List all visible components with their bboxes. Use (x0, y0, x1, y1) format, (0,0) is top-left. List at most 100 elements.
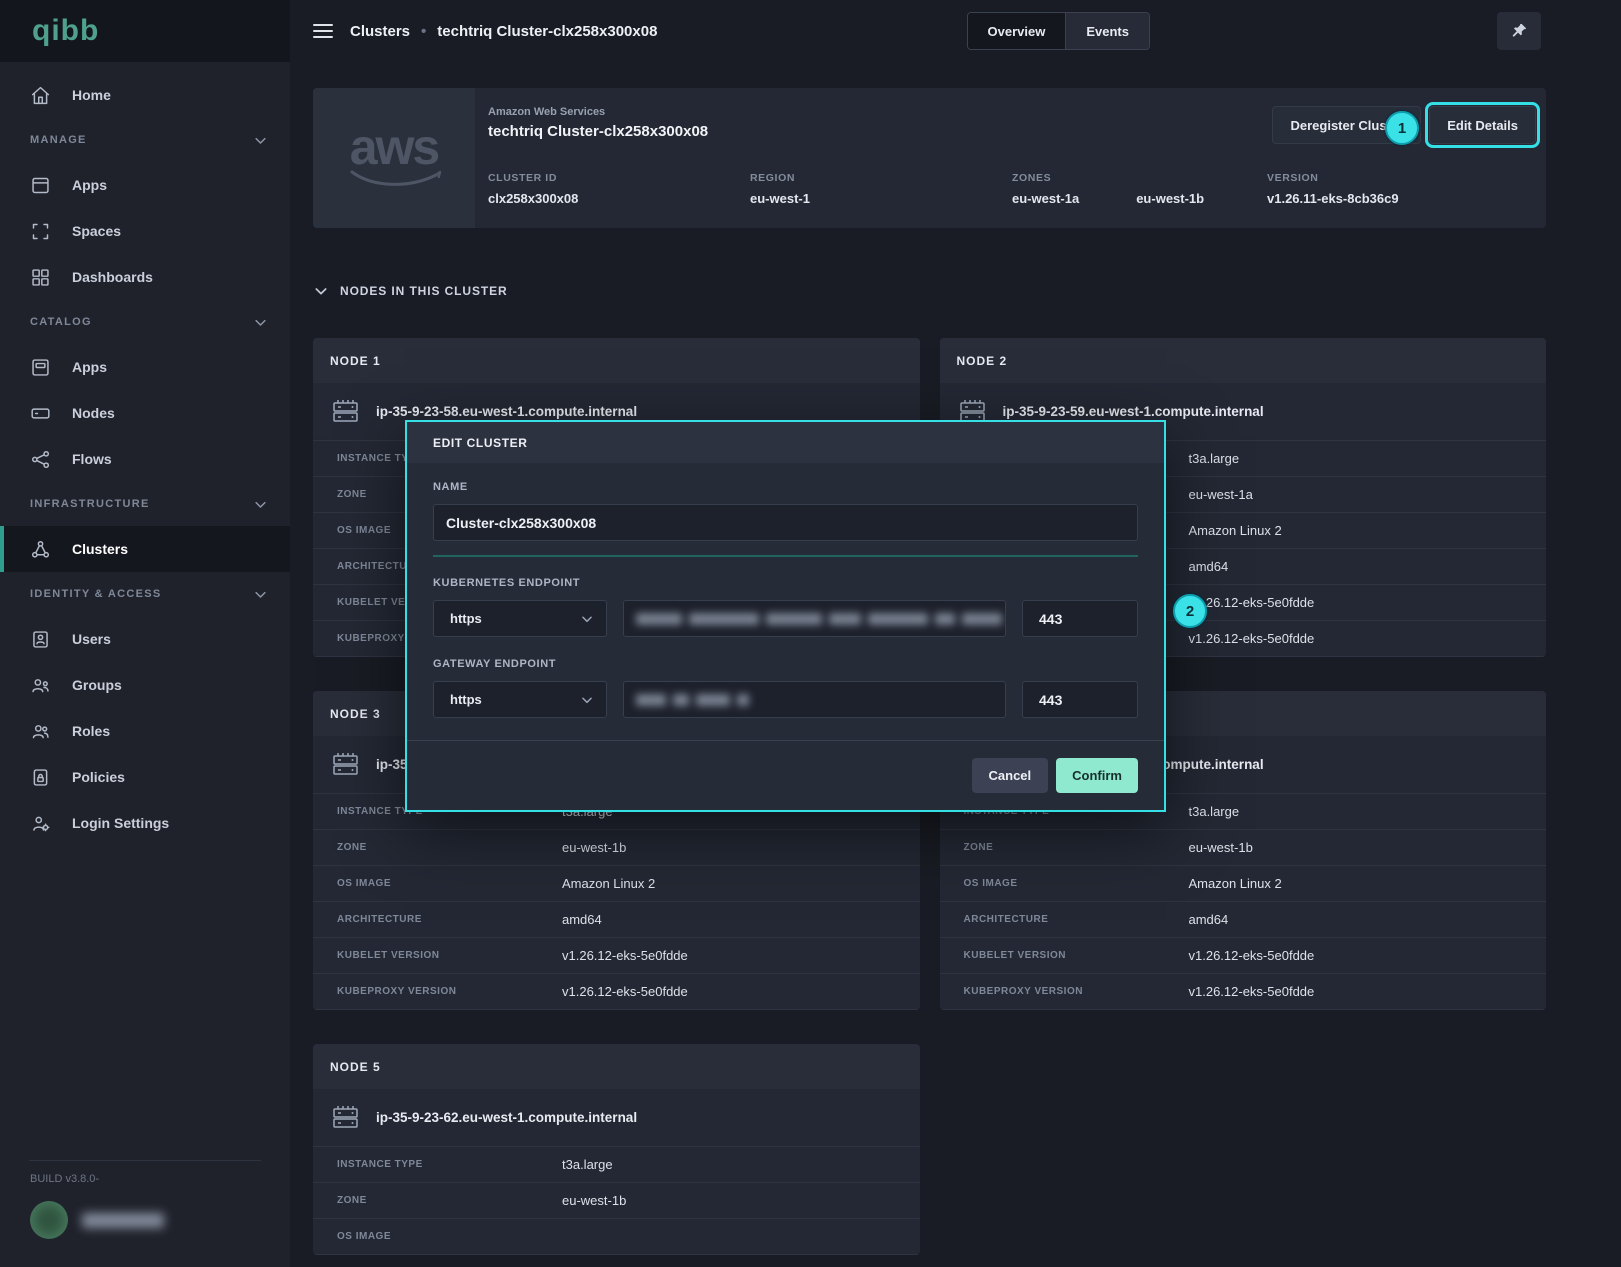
row-label: ZONE (337, 842, 562, 853)
sidebar-item-spaces[interactable]: Spaces (0, 208, 290, 254)
row-value: v1.26.12-eks-5e0fdde (1189, 595, 1315, 610)
row-label: ARCHITECTURE (964, 914, 1189, 925)
modal-footer: Cancel Confirm (407, 740, 1164, 810)
sidebar-item-nodes[interactable]: Nodes (0, 390, 290, 436)
roles-icon (30, 721, 51, 742)
apps-icon (30, 175, 51, 196)
chevron-down-icon (253, 497, 268, 512)
sidebar-item-catalog-apps[interactable]: Apps (0, 344, 290, 390)
groups-icon (30, 675, 51, 696)
field-label: CLUSTER ID (488, 172, 750, 184)
cancel-button[interactable]: Cancel (972, 758, 1049, 793)
row-value: Amazon Linux 2 (1189, 523, 1282, 538)
qibb-logo[interactable]: qibb (32, 14, 99, 48)
sidebar-item-label: Users (72, 631, 111, 647)
cluster-summary-card: aws Amazon Web Services techtriq Cluster… (313, 88, 1546, 228)
redacted-gateway-url (636, 694, 749, 706)
kubernetes-url-input[interactable] (623, 600, 1006, 637)
sidebar-item-users[interactable]: Users (0, 616, 290, 662)
sidebar-item-login-settings[interactable]: Login Settings (0, 800, 290, 846)
sidebar-section-infrastructure[interactable]: INFRASTRUCTURE (0, 482, 290, 526)
row-value: eu-west-1b (1189, 840, 1253, 855)
row-value: v1.26.12-eks-5e0fdde (562, 984, 688, 999)
build-version: BUILD v3.8.0- (0, 1161, 290, 1201)
modal-title: EDIT CLUSTER (407, 422, 1164, 463)
row-value: Amazon Linux 2 (1189, 876, 1282, 891)
sidebar-nav: Home MANAGE Apps Spaces Dashboards (0, 62, 290, 1160)
avatar[interactable] (30, 1201, 68, 1239)
aws-logo-text: aws (350, 126, 439, 169)
row-value: t3a.large (1189, 451, 1240, 466)
kubernetes-protocol-select[interactable]: https (433, 600, 607, 637)
confirm-button[interactable]: Confirm (1056, 758, 1138, 793)
sidebar-item-clusters[interactable]: Clusters (0, 526, 290, 572)
pin-icon (1510, 22, 1528, 40)
pin-button[interactable] (1497, 12, 1541, 50)
row-value: eu-west-1b (562, 840, 626, 855)
sidebar-item-groups[interactable]: Groups (0, 662, 290, 708)
gateway-endpoint-label: GATEWAY ENDPOINT (433, 658, 1138, 671)
kubernetes-endpoint-label: KUBERNETES ENDPOINT (433, 577, 1138, 590)
dashboards-icon (30, 267, 51, 288)
sidebar-item-label: Policies (72, 769, 125, 785)
node-hostname: ip-35-9-23-62.eu-west-1.compute.internal (376, 1110, 637, 1125)
policies-icon (30, 767, 51, 788)
table-row: ZONEeu-west-1b (313, 830, 920, 866)
gateway-protocol-select[interactable]: https (433, 681, 607, 718)
sidebar-item-dashboards[interactable]: Dashboards (0, 254, 290, 300)
kubernetes-port-input[interactable] (1022, 600, 1138, 637)
row-label: ZONE (964, 842, 1189, 853)
sidebar-item-flows[interactable]: Flows (0, 436, 290, 482)
cluster-name-input[interactable] (433, 504, 1138, 541)
server-icon (330, 752, 360, 778)
view-tabs: Overview Events (967, 12, 1150, 50)
sidebar-section-identity-access[interactable]: IDENTITY & ACCESS (0, 572, 290, 616)
node-hostname: ip-35-9-23-58.eu-west-1.compute.internal (376, 404, 637, 419)
sidebar-section-manage[interactable]: MANAGE (0, 118, 290, 162)
gateway-url-input[interactable] (623, 681, 1006, 718)
server-icon (330, 1105, 360, 1131)
row-value: Amazon Linux 2 (562, 876, 655, 891)
row-value: v1.26.12-eks-5e0fdde (562, 948, 688, 963)
table-row: KUBELET VERSIONv1.26.12-eks-5e0fdde (313, 938, 920, 974)
tab-events[interactable]: Events (1066, 13, 1149, 49)
row-value: amd64 (1189, 559, 1229, 574)
name-label: NAME (433, 481, 1138, 494)
gateway-endpoint-row: https (433, 681, 1138, 718)
sidebar-section-catalog[interactable]: CATALOG (0, 300, 290, 344)
hamburger-menu-icon[interactable] (313, 23, 333, 39)
section-label: INFRASTRUCTURE (30, 498, 150, 510)
breadcrumb-clusters-link[interactable]: Clusters (350, 23, 410, 40)
flows-icon (30, 449, 51, 470)
tab-overview[interactable]: Overview (968, 13, 1067, 49)
node-card-title: NODE 2 (940, 338, 1547, 383)
row-label: KUBELET VERSION (964, 950, 1189, 961)
kubernetes-endpoint-row: https (433, 600, 1138, 637)
row-label: INSTANCE TYPE (337, 1159, 562, 1170)
cluster-fields: CLUSTER ID clx258x300x08 REGION eu-west-… (488, 172, 1536, 206)
page-title: techtriq Cluster-clx258x300x08 (437, 23, 657, 40)
table-row: KUBELET VERSIONv1.26.12-eks-5e0fdde (940, 938, 1547, 974)
nodes-icon (30, 403, 51, 424)
nodes-section-toggle[interactable]: NODES IN THIS CLUSTER (313, 283, 1546, 299)
node-hostname: ip-35-9-23-59.eu-west-1.compute.internal (1003, 404, 1264, 419)
edit-cluster-modal: EDIT CLUSTER NAME KUBERNETES ENDPOINT ht… (405, 420, 1166, 812)
sidebar-item-roles[interactable]: Roles (0, 708, 290, 754)
row-value: eu-west-1a (1189, 487, 1253, 502)
sidebar-item-policies[interactable]: Policies (0, 754, 290, 800)
spaces-icon (30, 221, 51, 242)
sidebar-item-home[interactable]: Home (0, 72, 290, 118)
cluster-card-body: Amazon Web Services techtriq Cluster-clx… (475, 88, 1546, 228)
annotation-step-2: 2 (1173, 594, 1207, 628)
modal-body: NAME KUBERNETES ENDPOINT https GATEWAY E… (407, 463, 1164, 718)
edit-details-button[interactable]: Edit Details (1429, 106, 1536, 144)
row-value: v1.26.12-eks-5e0fdde (1189, 984, 1315, 999)
field-value: eu-west-1 (750, 191, 1012, 206)
gateway-port-input[interactable] (1022, 681, 1138, 718)
node-name-row: ip-35-9-23-62.eu-west-1.compute.internal (313, 1089, 920, 1147)
field-label: REGION (750, 172, 1012, 184)
chevron-down-icon (253, 315, 268, 330)
nodes-section-title: NODES IN THIS CLUSTER (340, 284, 508, 298)
sidebar-item-apps[interactable]: Apps (0, 162, 290, 208)
protocol-value: https (450, 611, 482, 626)
